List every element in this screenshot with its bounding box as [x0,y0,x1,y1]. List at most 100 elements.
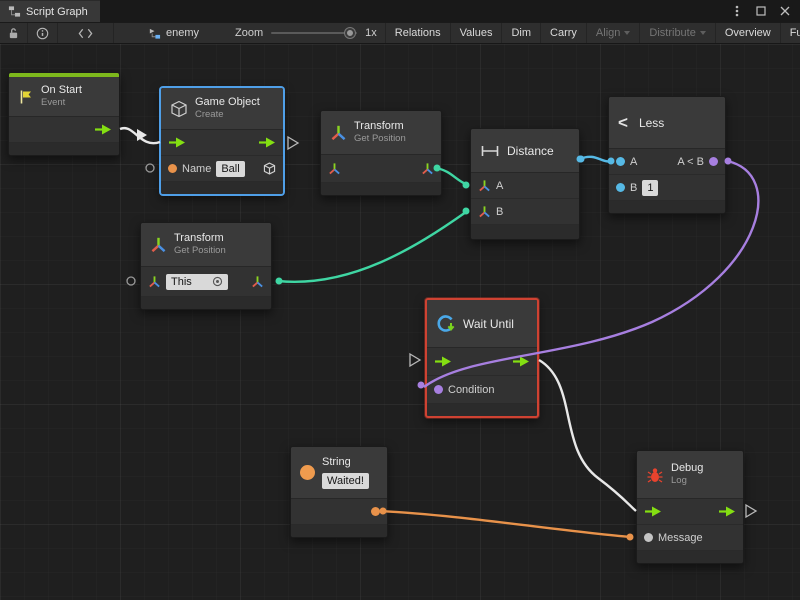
chevron-down-icon [624,31,630,35]
transform-in-port[interactable] [328,162,341,175]
port-b-label: B [496,206,503,218]
node-distance[interactable]: Distance A B [470,128,580,240]
b-in-port[interactable] [616,183,625,192]
node-less[interactable]: < Less A A < B B 1 [608,96,726,214]
message-in-port[interactable] [644,533,653,542]
node-title: Transform [354,120,406,134]
transform-in-port[interactable] [148,275,161,288]
flow-arrowhead [137,129,147,141]
less-than-icon: < [618,114,628,131]
flow-row [637,499,743,525]
wire-vector-getpos2-to-distance-b [278,212,466,282]
game-object-out-port[interactable] [263,162,276,175]
input-b-row: B [471,199,579,225]
chevrons-icon [78,28,93,39]
menu-icon[interactable] [730,4,744,18]
collapse-sidebar-button[interactable] [58,23,114,43]
node-footer [427,404,537,416]
string-out-port[interactable] [371,507,380,516]
node-get-position-2[interactable]: Transform Get Position This [140,222,272,310]
target-picker-icon[interactable] [212,276,223,287]
tab-script-graph[interactable]: Script Graph [0,0,100,22]
relation-triangle [288,137,298,149]
port-a-label: A [630,156,637,168]
string-value-field[interactable]: Waited! [322,473,369,489]
node-string[interactable]: String Waited! [290,446,388,538]
node-header: Distance [471,129,579,173]
node-game-object-create[interactable]: Game Object Create Name Ball [160,87,284,195]
condition-label: Condition [448,384,494,396]
node-header: Debug Log [637,451,743,499]
message-row: Message [637,525,743,551]
inspect-button[interactable] [28,23,58,43]
node-subtitle: Event [41,97,82,109]
zoom-value: 1x [365,27,377,39]
carry-button[interactable]: Carry [540,23,586,43]
node-subtitle: Get Position [354,133,406,145]
node-header: < Less [609,97,725,149]
relation-triangle [410,354,420,366]
maximize-icon[interactable] [754,4,768,18]
b-value-field[interactable]: 1 [642,180,658,196]
vector-b-port[interactable] [478,205,491,218]
flow-in-port[interactable] [644,506,662,517]
a-in-port[interactable] [616,157,625,166]
dim-button[interactable]: Dim [501,23,540,43]
flow-out-port[interactable] [512,356,530,367]
lock-icon [8,27,19,40]
distribute-button[interactable]: Distribute [639,23,714,43]
node-title: Distance [507,144,554,158]
node-title: Transform [174,232,226,246]
zoom-slider[interactable] [271,32,357,34]
node-on-start-event[interactable]: On Start Event [8,72,120,156]
graph-toolbar: enemy Zoom 1x Relations Values Dim Carry… [0,22,800,44]
node-footer [291,525,387,537]
condition-row: Condition [427,376,537,404]
result-out-port[interactable] [709,157,718,166]
node-subtitle: Create [195,109,260,121]
graph-canvas[interactable]: On Start Event Game Object Create [0,44,800,600]
close-icon[interactable] [778,4,792,18]
align-button[interactable]: Align [586,23,639,43]
flow-out-port[interactable] [258,137,276,148]
target-field[interactable]: This [166,274,228,290]
node-title: Debug [671,462,703,476]
node-footer [609,201,725,213]
node-footer [141,297,271,309]
node-title: Less [639,116,664,130]
relations-button[interactable]: Relations [385,23,450,43]
node-title: Wait Until [463,317,514,331]
tab-title: Script Graph [26,6,88,18]
position-out-port[interactable] [421,162,434,175]
values-button[interactable]: Values [450,23,502,43]
zoom-slider-knob[interactable] [345,28,355,38]
window-tab-bar: Script Graph [0,0,800,22]
name-value-field[interactable]: Ball [216,161,244,177]
flow-out-port[interactable] [718,506,736,517]
output-row [291,499,387,525]
node-footer [161,182,283,194]
chevron-down-icon [700,31,706,35]
input-a-row: A [471,173,579,199]
flow-in-port[interactable] [168,137,186,148]
lock-button[interactable] [0,23,28,43]
node-title: String [322,456,369,470]
bug-icon [646,466,664,484]
full-screen-button[interactable]: Full Screen [780,23,800,43]
position-out-port[interactable] [251,275,264,288]
zoom-label: Zoom [235,27,263,39]
node-subtitle: Log [671,475,703,487]
vector-a-port[interactable] [478,179,491,192]
node-header: Transform Get Position [321,111,441,155]
node-get-position-1[interactable]: Transform Get Position [320,110,442,196]
flow-out-port[interactable] [94,124,112,135]
overview-button[interactable]: Overview [715,23,780,43]
unconnected-port-circle [127,277,135,285]
flow-in-port[interactable] [434,356,452,367]
node-debug-log[interactable]: Debug Log Message [636,450,744,564]
wire-flow-start-to-create [120,128,160,143]
node-wait-until[interactable]: Wait Until Condition [425,298,539,418]
condition-in-port[interactable] [434,385,443,394]
graph-breadcrumb[interactable]: enemy [138,23,209,43]
name-in-port[interactable] [168,164,177,173]
